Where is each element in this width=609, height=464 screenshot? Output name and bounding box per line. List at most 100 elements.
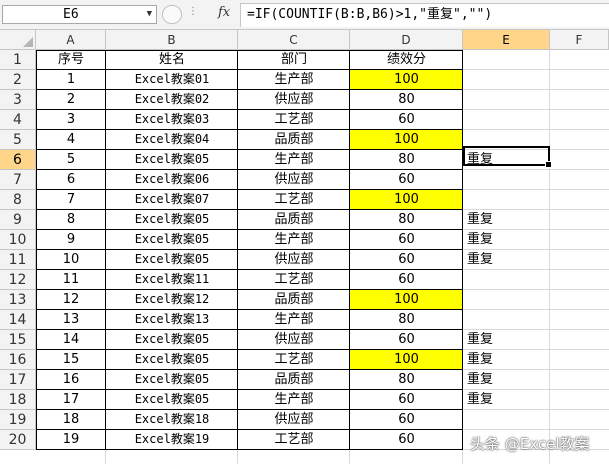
score-cell[interactable]: 60 [350, 410, 463, 430]
name-cell[interactable]: Excel教案05 [106, 150, 238, 170]
duplicate-flag-cell[interactable]: 重复 [463, 250, 550, 270]
seq-cell[interactable]: 12 [36, 290, 106, 310]
name-cell[interactable]: Excel教案05 [106, 250, 238, 270]
dept-cell[interactable]: 生产部 [238, 230, 350, 250]
row-header-3[interactable]: 3 [0, 90, 36, 110]
score-cell[interactable]: 80 [350, 90, 463, 110]
row-header-10[interactable]: 10 [0, 230, 36, 250]
seq-cell[interactable]: 18 [36, 410, 106, 430]
seq-cell[interactable]: 19 [36, 430, 106, 450]
duplicate-flag-cell[interactable]: 重复 [463, 350, 550, 370]
name-cell[interactable]: Excel教案05 [106, 350, 238, 370]
name-cell[interactable]: Excel教案05 [106, 330, 238, 350]
dept-cell[interactable]: 品质部 [238, 210, 350, 230]
score-cell[interactable]: 100 [350, 130, 463, 150]
dept-cell[interactable]: 工艺部 [238, 350, 350, 370]
score-cell[interactable]: 60 [350, 430, 463, 450]
dept-cell[interactable]: 生产部 [238, 70, 350, 90]
row-header-13[interactable]: 13 [0, 290, 36, 310]
score-cell[interactable]: 80 [350, 370, 463, 390]
duplicate-flag-cell[interactable]: 重复 [463, 370, 550, 390]
dept-cell[interactable]: 工艺部 [238, 110, 350, 130]
row-header-7[interactable]: 7 [0, 170, 36, 190]
seq-cell[interactable]: 14 [36, 330, 106, 350]
score-cell[interactable]: 60 [350, 230, 463, 250]
duplicate-flag-cell[interactable]: 重复 [463, 230, 550, 250]
row-header-15[interactable]: 15 [0, 330, 36, 350]
score-cell[interactable]: 100 [350, 190, 463, 210]
seq-cell[interactable]: 6 [36, 170, 106, 190]
row-header-11[interactable]: 11 [0, 250, 36, 270]
dept-cell[interactable]: 生产部 [238, 150, 350, 170]
header-cell-score[interactable]: 绩效分 [350, 50, 463, 70]
column-header-f[interactable]: F [550, 30, 609, 50]
score-cell[interactable]: 80 [350, 150, 463, 170]
duplicate-flag-cell[interactable]: 重复 [463, 210, 550, 230]
seq-cell[interactable]: 2 [36, 90, 106, 110]
name-cell[interactable]: Excel教案13 [106, 310, 238, 330]
insert-function-icon[interactable]: fx [218, 5, 230, 20]
name-cell[interactable]: Excel教案04 [106, 130, 238, 150]
row-header-1[interactable]: 1 [0, 50, 36, 70]
name-cell[interactable]: Excel教案02 [106, 90, 238, 110]
dept-cell[interactable]: 供应部 [238, 250, 350, 270]
row-header-4[interactable]: 4 [0, 110, 36, 130]
score-cell[interactable]: 100 [350, 70, 463, 90]
dept-cell[interactable]: 供应部 [238, 410, 350, 430]
dept-cell[interactable]: 供应部 [238, 170, 350, 190]
name-cell[interactable]: Excel教案05 [106, 390, 238, 410]
name-cell[interactable]: Excel教案19 [106, 430, 238, 450]
select-all-button[interactable] [0, 30, 36, 50]
column-header-a[interactable]: A [36, 30, 106, 50]
name-cell[interactable]: Excel教案06 [106, 170, 238, 190]
duplicate-flag-cell[interactable]: 重复 [463, 390, 550, 410]
score-cell[interactable]: 60 [350, 110, 463, 130]
formula-input[interactable]: =IF(COUNTIF(B:B,B6)>1,"重复","") [240, 3, 609, 27]
score-cell[interactable]: 60 [350, 390, 463, 410]
dept-cell[interactable]: 供应部 [238, 330, 350, 350]
seq-cell[interactable]: 11 [36, 270, 106, 290]
column-header-b[interactable]: B [106, 30, 238, 50]
seq-cell[interactable]: 4 [36, 130, 106, 150]
row-header-14[interactable]: 14 [0, 310, 36, 330]
dept-cell[interactable]: 品质部 [238, 130, 350, 150]
dept-cell[interactable]: 品质部 [238, 370, 350, 390]
header-cell-name[interactable]: 姓名 [106, 50, 238, 70]
row-header-2[interactable]: 2 [0, 70, 36, 90]
seq-cell[interactable]: 17 [36, 390, 106, 410]
name-cell[interactable]: Excel教案05 [106, 230, 238, 250]
score-cell[interactable]: 80 [350, 310, 463, 330]
score-cell[interactable]: 60 [350, 330, 463, 350]
seq-cell[interactable]: 13 [36, 310, 106, 330]
score-cell[interactable]: 100 [350, 350, 463, 370]
seq-cell[interactable]: 5 [36, 150, 106, 170]
score-cell[interactable]: 60 [350, 170, 463, 190]
row-header-9[interactable]: 9 [0, 210, 36, 230]
name-cell[interactable]: Excel教案07 [106, 190, 238, 210]
row-header-16[interactable]: 16 [0, 350, 36, 370]
score-cell[interactable]: 60 [350, 250, 463, 270]
dept-cell[interactable]: 生产部 [238, 310, 350, 330]
row-header-18[interactable]: 18 [0, 390, 36, 410]
row-header-8[interactable]: 8 [0, 190, 36, 210]
dept-cell[interactable]: 工艺部 [238, 190, 350, 210]
score-cell[interactable]: 60 [350, 270, 463, 290]
name-box[interactable]: E6 ▼ [2, 5, 157, 24]
drag-handle-icon[interactable]: ⋮ [188, 6, 198, 17]
seq-cell[interactable]: 9 [36, 230, 106, 250]
name-cell[interactable]: Excel教案05 [106, 210, 238, 230]
name-cell[interactable]: Excel教案03 [106, 110, 238, 130]
duplicate-flag-cell[interactable]: 重复 [463, 330, 550, 350]
dept-cell[interactable]: 工艺部 [238, 430, 350, 450]
row-header-17[interactable]: 17 [0, 370, 36, 390]
seq-cell[interactable]: 8 [36, 210, 106, 230]
active-cell-selection[interactable] [463, 146, 552, 168]
formula-bar-toggle-button[interactable] [162, 5, 182, 24]
row-header-19[interactable]: 19 [0, 410, 36, 430]
row-header-12[interactable]: 12 [0, 270, 36, 290]
column-header-e[interactable]: E [463, 30, 550, 50]
row-header-20[interactable]: 20 [0, 430, 36, 450]
row-header-5[interactable]: 5 [0, 130, 36, 150]
name-cell[interactable]: Excel教案05 [106, 370, 238, 390]
score-cell[interactable]: 80 [350, 210, 463, 230]
